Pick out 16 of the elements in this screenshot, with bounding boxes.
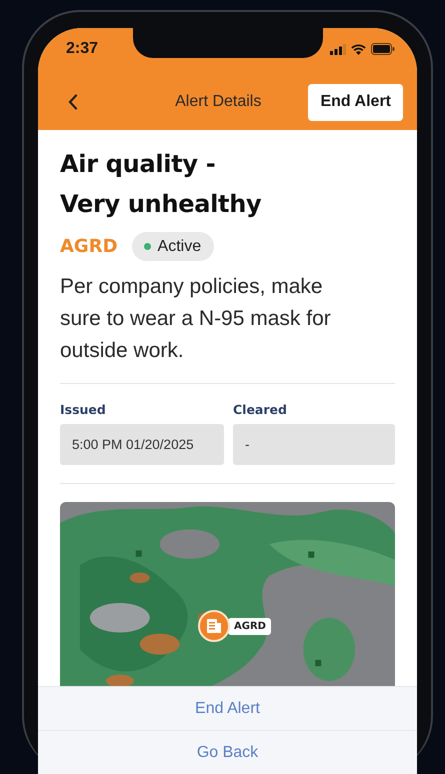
field-label: Issued — [60, 402, 107, 417]
screen-title: Alert Details — [174, 93, 262, 111]
chevron-left-icon — [68, 94, 78, 110]
wifi-icon — [351, 44, 366, 54]
marker-label: AGRD — [228, 618, 271, 634]
status-label: Active — [158, 238, 202, 256]
alert-title: Air quality - Very unhealthy — [60, 149, 262, 220]
date-field: 5:00 PM 01/20/2025 — [60, 424, 224, 465]
alert-description: Per company policies, make sure to wear a N-95 mask for outside work. — [60, 274, 332, 364]
site-code: AGRD — [60, 236, 118, 257]
battery-icon — [371, 43, 395, 55]
end-alert-button[interactable]: End Alert — [308, 84, 403, 120]
field-label: Cleared — [233, 402, 288, 417]
signal-icon — [330, 44, 346, 54]
status-time: 2:37 — [66, 40, 98, 58]
date-field: - — [233, 424, 395, 465]
